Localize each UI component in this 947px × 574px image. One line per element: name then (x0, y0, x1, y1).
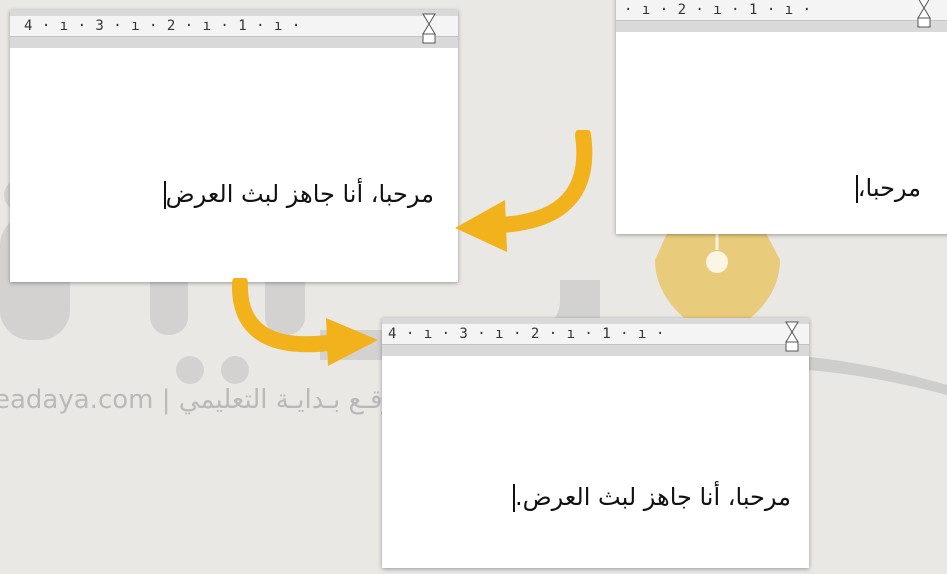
indent-marker-icon[interactable] (785, 320, 799, 352)
document-text-content: مرحبا، (857, 174, 921, 202)
ruler-numbers: 4 · ı · 3 · ı · 2 · ı · 1 · ı · (388, 326, 674, 342)
ruler-numbers: · ı · 2 · ı · 1 · ı · (624, 2, 821, 18)
ruler: · ı · 2 · ı · 1 · ı · (616, 0, 947, 32)
document-text[interactable]: مرحبا، أنا جاهز لبث العرض (163, 180, 434, 209)
document-panel-top-right: · ı · 2 · ı · 1 · ı · مرحبا، (616, 0, 947, 234)
document-panel-bottom: 4 · ı · 3 · ı · 2 · ı · 1 · ı · مرحبا، أ… (382, 318, 809, 568)
watermark-text: eadaya.com | موقـع بـدايـة التعليمي (0, 385, 410, 415)
document-panel-top-left: 4 · ı · 3 · ı · 2 · ı · 1 · ı · مرحبا، أ… (10, 10, 458, 282)
document-text-content: مرحبا، أنا جاهز لبث العرض. (514, 483, 791, 511)
indent-marker-icon[interactable] (917, 0, 931, 28)
document-text[interactable]: مرحبا، (855, 174, 921, 203)
document-text-content: مرحبا، أنا جاهز لبث العرض (165, 180, 434, 208)
ruler: 4 · ı · 3 · ı · 2 · ı · 1 · ı · (10, 10, 458, 48)
ruler: 4 · ı · 3 · ı · 2 · ı · 1 · ı · (382, 318, 809, 356)
document-text[interactable]: مرحبا، أنا جاهز لبث العرض. (512, 483, 791, 512)
indent-marker-icon[interactable] (422, 12, 436, 44)
arrow-left-icon (455, 130, 593, 252)
ruler-numbers: 4 · ı · 3 · ı · 2 · ı · 1 · ı · (24, 18, 310, 34)
arrow-right-icon (231, 278, 378, 366)
